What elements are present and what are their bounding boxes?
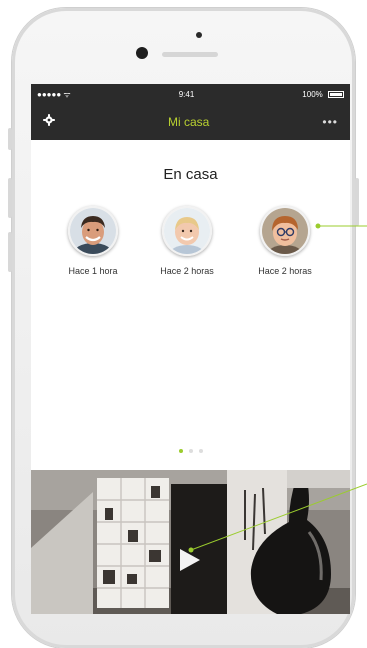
- earpiece-speaker: [162, 52, 218, 57]
- profile-last-seen: Hace 1 hora: [68, 266, 118, 276]
- avatar: [260, 206, 310, 256]
- volume-down-button: [8, 232, 12, 272]
- battery-indicator: 100%: [302, 90, 344, 99]
- battery-percent: 100%: [302, 89, 323, 99]
- settings-button[interactable]: [43, 113, 55, 131]
- avatar: [162, 206, 212, 256]
- battery-fill: [330, 92, 342, 96]
- avatar: [68, 206, 118, 256]
- play-icon[interactable]: [179, 548, 201, 572]
- gear-icon: [43, 114, 55, 126]
- nav-title: Mi casa: [168, 115, 210, 129]
- profile-card[interactable]: Hace 2 horas: [147, 206, 227, 276]
- battery-icon: [328, 90, 344, 98]
- status-bar: ●●●●● ᯤ 9:41 100%: [31, 84, 350, 104]
- page-dot[interactable]: [198, 449, 203, 453]
- more-options-button[interactable]: •••: [322, 115, 338, 129]
- camera-feed-image: [31, 470, 350, 614]
- mute-switch: [8, 128, 12, 150]
- phone-screen: ●●●●● ᯤ 9:41 100% Mi casa ••• En casa Ha…: [31, 84, 350, 614]
- camera-feed-preview[interactable]: [31, 470, 350, 614]
- status-time: 9:41: [178, 89, 195, 99]
- proximity-sensor: [196, 32, 202, 38]
- nav-bar: Mi casa •••: [31, 104, 350, 140]
- profile-last-seen: Hace 2 horas: [160, 266, 214, 276]
- page-dot[interactable]: [188, 449, 193, 453]
- profile-card[interactable]: Hace 2 horas: [245, 206, 325, 276]
- carrier-signal: ●●●●● ᯤ: [37, 89, 71, 99]
- page-dot[interactable]: [178, 449, 183, 453]
- volume-up-button: [8, 178, 12, 218]
- profile-last-seen: Hace 2 horas: [258, 266, 312, 276]
- power-button: [355, 178, 359, 226]
- profile-card[interactable]: Hace 1 hora: [53, 206, 133, 276]
- section-title: En casa: [163, 166, 218, 183]
- front-camera: [136, 47, 148, 59]
- page-indicator[interactable]: [31, 440, 350, 458]
